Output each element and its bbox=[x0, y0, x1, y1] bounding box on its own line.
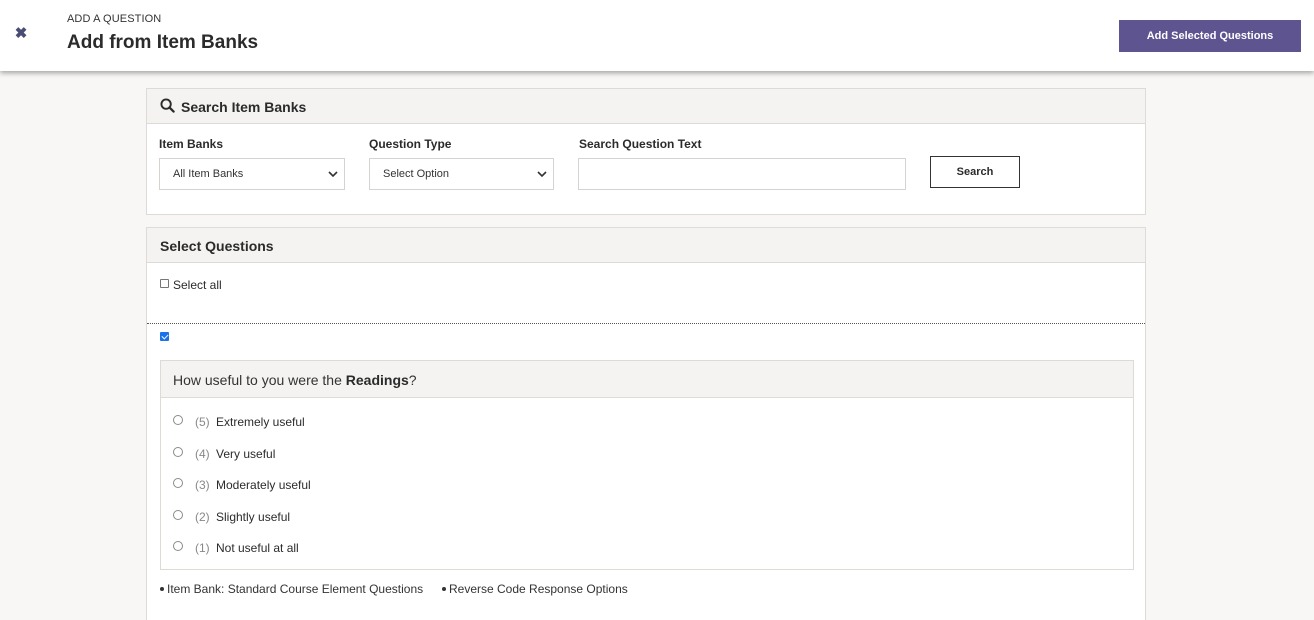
item-banks-selected-value: All Item Banks bbox=[173, 168, 244, 180]
reverse-code-meta: Reverse Code Response Options bbox=[442, 582, 628, 596]
eyebrow-label: ADD A QUESTION bbox=[67, 13, 162, 25]
close-icon[interactable]: ✖ bbox=[13, 26, 29, 42]
option-number: (2) bbox=[195, 510, 210, 524]
add-selected-questions-button[interactable]: Add Selected Questions bbox=[1119, 20, 1301, 52]
search-question-text-label: Search Question Text bbox=[579, 137, 702, 151]
item-banks-label: Item Banks bbox=[159, 137, 224, 151]
question-type-select[interactable]: Select Option bbox=[369, 158, 554, 190]
radio-button[interactable] bbox=[173, 447, 183, 457]
search-button[interactable]: Search bbox=[930, 156, 1020, 188]
option-label: Not useful at all bbox=[216, 541, 299, 555]
option-number: (1) bbox=[195, 541, 210, 555]
option-number: (3) bbox=[195, 478, 210, 492]
question-card: How useful to you were the Readings? (5)… bbox=[160, 360, 1134, 570]
question-checkbox[interactable] bbox=[160, 332, 169, 341]
radio-button[interactable] bbox=[173, 415, 183, 425]
bullet-icon bbox=[160, 587, 164, 591]
option-label: Moderately useful bbox=[216, 478, 311, 492]
select-all-label: Select all bbox=[173, 278, 222, 292]
item-bank-meta: Item Bank: Standard Course Element Quest… bbox=[160, 582, 423, 596]
question-type-label: Question Type bbox=[369, 137, 452, 151]
question-text-prefix: How useful to you were the bbox=[173, 372, 346, 388]
chevron-down-icon bbox=[537, 171, 547, 178]
option-label: Extremely useful bbox=[216, 415, 305, 429]
question-type-selected-value: Select Option bbox=[383, 168, 450, 180]
radio-button[interactable] bbox=[173, 541, 183, 551]
reverse-code-meta-text: Reverse Code Response Options bbox=[449, 582, 628, 596]
option-number: (4) bbox=[195, 447, 210, 461]
page-title: Add from Item Banks bbox=[67, 32, 259, 53]
select-panel-header: Select Questions bbox=[147, 228, 1145, 263]
divider bbox=[147, 323, 1145, 324]
option-label: Slightly useful bbox=[216, 510, 291, 524]
top-bar: ✖ ADD A QUESTION Add from Item Banks Add… bbox=[0, 0, 1314, 71]
option-label: Very useful bbox=[216, 447, 276, 461]
select-panel-title: Select Questions bbox=[160, 238, 274, 254]
radio-button[interactable] bbox=[173, 478, 183, 488]
option-number: (5) bbox=[195, 415, 210, 429]
item-banks-select[interactable]: All Item Banks bbox=[159, 158, 345, 190]
search-panel-header: Search Item Banks bbox=[147, 89, 1145, 124]
question-text: How useful to you were the Readings? bbox=[173, 372, 417, 388]
select-all-checkbox[interactable] bbox=[160, 279, 169, 288]
search-icon bbox=[160, 98, 175, 113]
question-text-suffix: ? bbox=[408, 372, 417, 388]
chevron-down-icon bbox=[328, 171, 338, 178]
question-header: How useful to you were the Readings? bbox=[161, 361, 1133, 398]
search-question-text-input[interactable] bbox=[578, 158, 906, 190]
bullet-icon bbox=[442, 587, 446, 591]
search-panel-title: Search Item Banks bbox=[181, 99, 307, 115]
select-questions-panel: Select Questions Select all How useful t… bbox=[146, 227, 1146, 620]
item-bank-meta-text: Item Bank: Standard Course Element Quest… bbox=[167, 582, 424, 596]
radio-button[interactable] bbox=[173, 510, 183, 520]
question-text-emphasis: Readings bbox=[345, 372, 409, 388]
search-item-banks-panel: Search Item Banks Item Banks All Item Ba… bbox=[146, 88, 1146, 215]
